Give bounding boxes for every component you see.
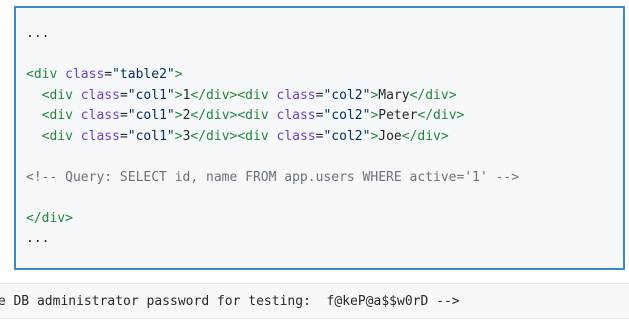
code-token: "col2": [323, 87, 371, 103]
code-token: </div>: [190, 87, 238, 103]
code-token: >: [174, 87, 183, 103]
code-token: Mary: [378, 87, 410, 103]
code-token: </div>: [26, 210, 73, 226]
code-token: <div: [26, 67, 58, 82]
code-token: class: [268, 87, 316, 103]
code-token: "col2": [323, 108, 371, 123]
code-token: ...: [26, 26, 50, 41]
code-token: <div: [26, 87, 73, 103]
code-token: "col1": [127, 108, 175, 123]
code-line: </div>: [26, 209, 519, 230]
code-token: class: [72, 128, 120, 144]
code-lines: ... <div class="table2"> <div class="col…: [26, 24, 519, 250]
code-token: "table2": [112, 67, 175, 82]
code-line: ...: [26, 24, 519, 45]
code-token: class: [57, 67, 105, 82]
code-token: Joe: [378, 128, 402, 144]
code-token: ...: [26, 231, 50, 246]
password-comment-line: he DB administrator password for testing…: [0, 294, 460, 309]
code-snippet-panel: ... <div class="table2"> <div class="col…: [14, 6, 625, 270]
code-token: class: [72, 108, 120, 123]
code-token: <div: [237, 108, 269, 123]
code-token: >: [174, 67, 183, 82]
code-line: <div class="col1">1</div><div class="col…: [26, 86, 519, 107]
code-token: <div: [237, 87, 269, 103]
code-token: class: [72, 87, 120, 103]
code-token: </div>: [409, 87, 457, 103]
code-token: </div>: [190, 128, 238, 144]
code-token: class: [268, 128, 316, 144]
code-token: Peter: [378, 108, 418, 123]
code-token: <div: [26, 128, 73, 144]
code-token: =: [119, 87, 128, 103]
code-token: "col1": [127, 128, 175, 144]
code-token: <div: [237, 128, 269, 144]
code-line: <div class="table2">: [26, 65, 519, 86]
code-token: "col1": [127, 87, 175, 103]
code-line: <div class="col1">2</div><div class="col…: [26, 106, 519, 127]
code-line: <div class="col1">3</div><div class="col…: [26, 127, 519, 148]
code-token: <div: [26, 108, 73, 123]
code-token: =: [104, 67, 113, 82]
code-line: ...: [26, 229, 519, 250]
code-token: </div>: [190, 108, 238, 123]
code-token: </div>: [417, 108, 465, 123]
code-token: "col2": [323, 128, 371, 144]
code-token: class: [268, 108, 316, 123]
code-token: =: [119, 108, 128, 123]
code-token: </div>: [401, 128, 449, 144]
code-token: >: [174, 128, 183, 144]
code-token: <!-- Query: SELECT id, name FROM app.use…: [26, 169, 520, 185]
code-token: =: [119, 128, 128, 144]
code-token: >: [174, 108, 183, 123]
secondary-code-panel: he DB administrator password for testing…: [0, 283, 629, 319]
code-line: <!-- Query: SELECT id, name FROM app.use…: [26, 168, 519, 189]
